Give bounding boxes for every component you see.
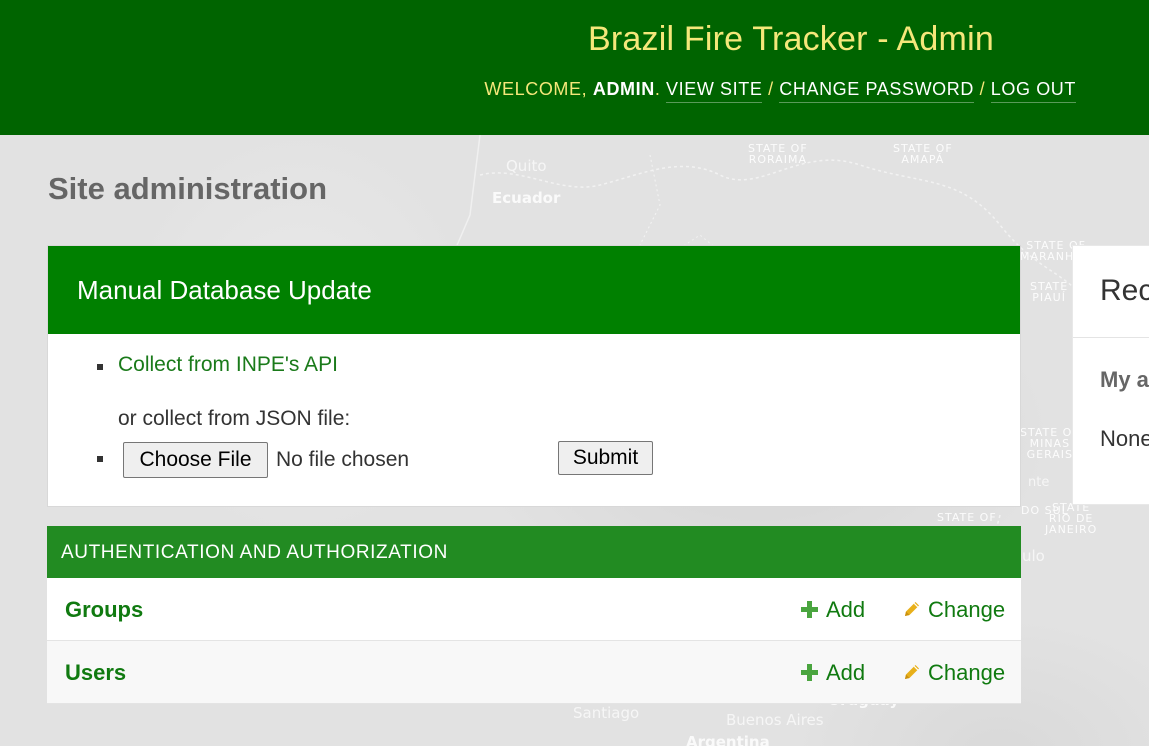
map-city-nte: nte [1028,475,1050,490]
list-bullet [97,456,103,462]
list-bullet [97,364,103,370]
model-row-users: Users Add Change [47,641,1021,704]
recent-actions-module: Rec My a None [1072,245,1149,505]
collect-inpe-api-link[interactable]: Collect from INPE's API [118,353,338,377]
change-user-link[interactable]: Change [902,660,1005,686]
pencil-icon [905,602,919,616]
map-label-rio: STATE RIO DE JANEIRO [1045,501,1098,536]
username: ADMIN [592,79,655,99]
map-label-roraima: STATE OF RORAIMA [748,142,808,166]
map-city-ulo: ulo [1022,547,1045,565]
manual-update-caption: Manual Database Update [48,246,1020,334]
groups-link[interactable]: Groups [65,597,143,623]
recent-actions-empty: None [1100,426,1149,451]
add-user-link[interactable]: Add [801,660,865,686]
map-label-amapa: STATE OF AMAPÁ [893,142,953,166]
map-label-state-of: STATE OF [937,511,997,524]
admin-header: Brazil Fire Tracker - Admin WELCOME, ADM… [0,0,1149,135]
auth-module: AUTHENTICATION AND AUTHORIZATION Groups … [47,526,1021,704]
view-site-link[interactable]: VIEW SITE [666,79,763,103]
add-label: Add [826,660,866,685]
plus-icon [801,601,818,618]
add-group-link[interactable]: Add [801,597,865,623]
map-city-quito: Quito [506,157,547,175]
auth-caption: AUTHENTICATION AND AUTHORIZATION [47,526,1021,578]
map-city-santiago: Santiago [573,704,640,722]
map-city-ecuador: Ecuador [492,189,561,207]
site-branding: Brazil Fire Tracker - Admin [588,20,994,58]
welcome-prefix: WELCOME, [484,79,593,99]
json-file-label: or collect from JSON file: [118,407,351,430]
recent-actions-caption: Rec [1073,246,1149,338]
map-city-argentina: Argentina [686,733,770,746]
my-actions-heading: My a [1100,367,1149,392]
submit-button[interactable]: Submit [558,441,653,475]
page-title: Site administration [48,171,328,206]
map-city-buenos-aires: Buenos Aires [726,711,824,729]
file-status: No file chosen [276,448,410,471]
model-row-groups: Groups Add Change [47,578,1021,641]
choose-file-button[interactable]: Choose File [123,442,268,478]
users-link[interactable]: Users [65,660,126,686]
change-group-link[interactable]: Change [902,597,1005,623]
change-label: Change [928,660,1006,685]
user-tools: WELCOME, ADMIN. VIEW SITE / CHANGE PASSW… [484,79,1076,103]
change-password-link[interactable]: CHANGE PASSWORD [779,79,974,103]
map-label-piaui: STATE PIAUÍ [1030,280,1069,304]
change-label: Change [928,597,1006,622]
manual-update-module: Manual Database Update Collect from INPE… [47,245,1021,507]
log-out-link[interactable]: LOG OUT [990,79,1076,103]
map-label-minas: STATE OF MINAS GERAIS [1020,426,1079,461]
tools-separator: / [762,79,780,99]
welcome-suffix: . [654,79,667,99]
tools-separator: / [973,79,991,99]
plus-icon [801,664,818,681]
pencil-icon [905,665,919,679]
add-label: Add [826,597,866,622]
